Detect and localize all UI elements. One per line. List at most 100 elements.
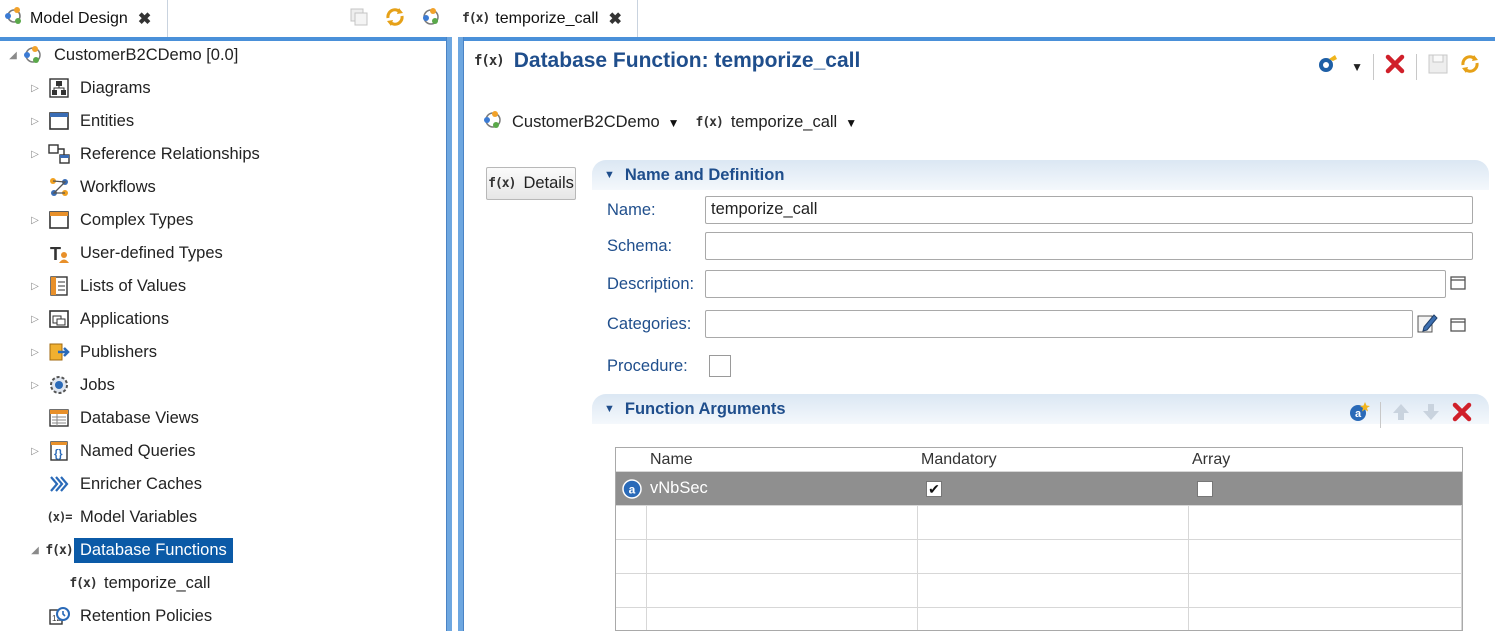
run-icon[interactable] bbox=[1317, 53, 1341, 80]
add-argument-icon[interactable]: a bbox=[1348, 401, 1370, 428]
tree-item-label: CustomerB2CDemo [0.0] bbox=[54, 45, 239, 64]
column-header-array[interactable]: Array bbox=[1192, 451, 1230, 469]
breadcrumb-model[interactable]: CustomerB2CDemo bbox=[512, 113, 660, 132]
collapse-arrow-icon[interactable]: ▼ bbox=[604, 169, 615, 181]
tree-item-jobs[interactable]: ▷ Jobs bbox=[31, 371, 115, 399]
expand-arrow-icon[interactable]: ◢ bbox=[6, 41, 20, 69]
collapse-arrow-icon[interactable]: ▷ bbox=[30, 272, 40, 300]
svg-text:a: a bbox=[629, 483, 636, 497]
table-row[interactable] bbox=[616, 574, 1462, 608]
close-icon[interactable]: ✖ bbox=[138, 9, 151, 29]
argument-name: vNbSec bbox=[650, 479, 708, 497]
tree-item-applications[interactable]: ▷ Applications bbox=[31, 305, 169, 333]
collapse-arrow-icon[interactable]: ▷ bbox=[30, 437, 40, 465]
delete-icon[interactable] bbox=[1384, 53, 1406, 80]
name-field[interactable]: temporize_call bbox=[705, 196, 1473, 224]
description-field[interactable] bbox=[705, 270, 1446, 298]
chevron-down-icon[interactable]: ▼ bbox=[668, 116, 680, 130]
function-icon: f(x) bbox=[695, 115, 724, 130]
column-header-name[interactable]: Name bbox=[650, 451, 693, 469]
tree-item-complex-types[interactable]: ▷ Complex Types bbox=[31, 206, 194, 234]
tree-item-named-queries[interactable]: ▷ {} Named Queries bbox=[31, 437, 196, 465]
editor-tab-bar: f(x) temporize_call ✖ bbox=[458, 0, 1495, 37]
table-header: Name Mandatory Array bbox=[616, 448, 1462, 472]
diagram-icon bbox=[48, 77, 70, 99]
refresh-model-icon[interactable] bbox=[420, 6, 442, 33]
tree-item-diagrams[interactable]: ▷ Diagrams bbox=[31, 74, 151, 102]
categories-label: Categories: bbox=[607, 315, 692, 333]
schema-field[interactable] bbox=[705, 232, 1473, 260]
expand-editor-icon[interactable] bbox=[1450, 317, 1466, 338]
tab-temporize-call[interactable]: f(x) temporize_call ✖ bbox=[458, 0, 638, 37]
expand-arrow-icon[interactable]: ◢ bbox=[30, 536, 40, 564]
collapse-arrow-icon[interactable]: ▷ bbox=[30, 305, 40, 333]
tree-item-model-variables[interactable]: (x)= Model Variables bbox=[47, 503, 198, 531]
tree-item-database-functions[interactable]: ◢ f(x) Database Functions bbox=[31, 536, 233, 564]
collapse-arrow-icon[interactable]: ▷ bbox=[30, 206, 40, 234]
tree-item-label: Complex Types bbox=[80, 210, 194, 229]
tree-item-user-defined-types[interactable]: T User-defined Types bbox=[48, 239, 223, 267]
tree-item-label: Lists of Values bbox=[80, 276, 187, 295]
details-label: Details bbox=[523, 174, 574, 192]
save-icon[interactable] bbox=[1427, 53, 1449, 80]
breadcrumb-function[interactable]: temporize_call bbox=[731, 113, 837, 132]
user-type-icon: T bbox=[48, 242, 70, 264]
toolbar-separator bbox=[1380, 401, 1381, 428]
svg-text:{}: {} bbox=[54, 448, 63, 460]
collapse-all-icon[interactable] bbox=[348, 6, 370, 33]
move-down-icon[interactable] bbox=[1421, 402, 1441, 427]
chevron-down-icon[interactable]: ▼ bbox=[1351, 60, 1363, 74]
table-row[interactable] bbox=[616, 540, 1462, 574]
tree-item-database-views[interactable]: Database Views bbox=[48, 404, 199, 432]
tree-item-label: Reference Relationships bbox=[80, 144, 260, 163]
chevron-down-icon[interactable]: ▼ bbox=[845, 116, 857, 130]
table-row[interactable]: a vNbSec ✔ bbox=[616, 472, 1462, 506]
categories-field[interactable] bbox=[705, 310, 1413, 338]
tree-item-temporize-call[interactable]: f(x) temporize_call bbox=[69, 569, 211, 597]
tree-item-publishers[interactable]: ▷ Publishers bbox=[31, 338, 157, 366]
collapse-arrow-icon[interactable]: ▷ bbox=[30, 107, 40, 135]
tree-item-label: temporize_call bbox=[104, 573, 211, 592]
workflow-icon bbox=[48, 176, 70, 198]
tree-item-label: Jobs bbox=[80, 375, 115, 394]
tree-item-entities[interactable]: ▷ Entities bbox=[31, 107, 134, 135]
collapse-arrow-icon[interactable]: ▷ bbox=[30, 140, 40, 168]
section-name-definition[interactable]: ▼ Name and Definition bbox=[592, 160, 1489, 190]
section-title: Function Arguments bbox=[624, 399, 786, 418]
name-label: Name: bbox=[607, 201, 656, 219]
tab-model-design[interactable]: Model Design ✖ bbox=[0, 0, 168, 37]
tree-item-enricher-caches[interactable]: Enricher Caches bbox=[48, 470, 202, 498]
tree-item-label: Applications bbox=[80, 309, 169, 328]
sync-icon[interactable] bbox=[384, 6, 406, 33]
model-icon bbox=[4, 6, 24, 31]
move-up-icon[interactable] bbox=[1391, 402, 1411, 427]
breadcrumb: CustomerB2CDemo ▼ f(x) temporize_call ▼ bbox=[482, 109, 873, 136]
expand-editor-icon[interactable] bbox=[1450, 275, 1466, 296]
function-icon: f(x) bbox=[69, 575, 97, 591]
collapse-arrow-icon[interactable]: ▼ bbox=[604, 403, 615, 415]
tree-item-workflows[interactable]: Workflows bbox=[48, 173, 156, 201]
tree-item-retention-policies[interactable]: 12 Retention Policies bbox=[48, 602, 212, 630]
argument-type-icon: a bbox=[621, 478, 643, 505]
mandatory-checkbox[interactable]: ✔ bbox=[926, 481, 942, 497]
tree-item-lists-of-values[interactable]: ▷ Lists of Values bbox=[31, 272, 187, 300]
tree-root[interactable]: ◢ CustomerB2CDemo [0.0] bbox=[8, 41, 238, 69]
application-icon bbox=[48, 308, 70, 330]
edit-categories-icon[interactable] bbox=[1416, 312, 1438, 339]
sync-icon[interactable] bbox=[1459, 53, 1481, 80]
retention-icon: 12 bbox=[48, 605, 70, 627]
collapse-arrow-icon[interactable]: ▷ bbox=[30, 338, 40, 366]
details-button[interactable]: f(x) Details bbox=[486, 167, 576, 200]
collapse-arrow-icon[interactable]: ▷ bbox=[30, 371, 40, 399]
collapse-arrow-icon[interactable]: ▷ bbox=[30, 74, 40, 102]
svg-text:a: a bbox=[1355, 408, 1362, 420]
procedure-checkbox[interactable] bbox=[709, 355, 731, 377]
table-row[interactable] bbox=[616, 506, 1462, 540]
close-icon[interactable]: ✖ bbox=[608, 9, 621, 29]
view-icon bbox=[48, 407, 70, 429]
array-checkbox[interactable] bbox=[1197, 481, 1213, 497]
tree-item-reference-relationships[interactable]: ▷ Reference Relationships bbox=[31, 140, 260, 168]
delete-icon[interactable] bbox=[1451, 401, 1473, 428]
function-editor: f(x) Database Function: temporize_call ▼ bbox=[464, 41, 1495, 631]
column-header-mandatory[interactable]: Mandatory bbox=[921, 451, 997, 469]
